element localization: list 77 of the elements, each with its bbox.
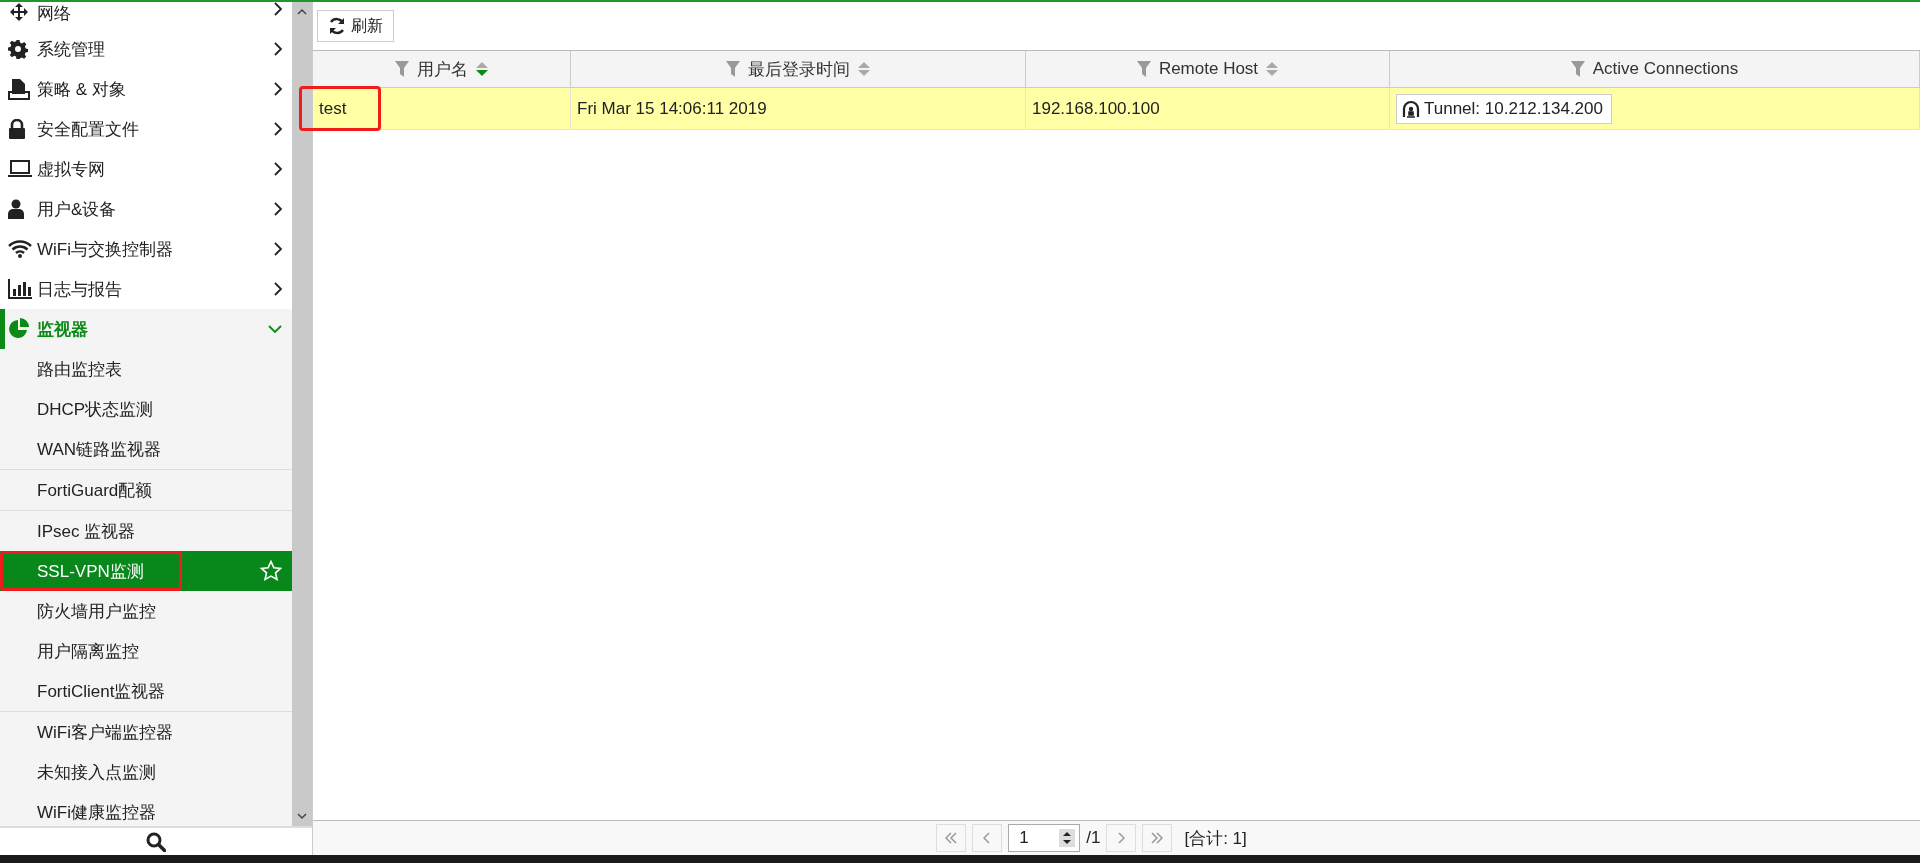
menu-item[interactable]: 日志与报告 <box>0 269 293 309</box>
chevron-right-icon <box>274 202 283 216</box>
refresh-button[interactable]: 刷新 <box>317 10 394 42</box>
filter-icon[interactable] <box>395 61 409 77</box>
move-arrows-icon <box>8 2 30 22</box>
spinner-icon[interactable] <box>1059 829 1076 847</box>
menu-item[interactable]: 网络 <box>0 2 293 29</box>
submenu-item[interactable]: SSL-VPN监测 <box>0 551 293 591</box>
submenu-item[interactable]: DHCP状态监测 <box>0 389 293 429</box>
menu-item[interactable]: 安全配置文件 <box>0 109 293 149</box>
chevron-right-icon <box>274 242 283 256</box>
wifi-icon <box>8 240 32 258</box>
first-page-button[interactable] <box>936 824 967 852</box>
page-number-field[interactable]: 1 <box>1008 824 1081 852</box>
chevron-right-icon <box>274 122 283 136</box>
star-icon[interactable] <box>260 560 283 582</box>
user-icon <box>8 199 24 219</box>
menu-item[interactable]: 用户&设备 <box>0 189 293 229</box>
chevron-right-icon <box>274 2 283 16</box>
connection-tag[interactable]: Tunnel: 10.212.134.200 <box>1396 93 1612 124</box>
column-header[interactable]: Remote Host <box>1026 51 1390 88</box>
filter-icon[interactable] <box>1136 61 1151 77</box>
pie-chart-icon <box>8 318 30 340</box>
scroll-up-icon[interactable] <box>297 8 308 16</box>
menu-item[interactable]: 策略 & 对象 <box>0 69 293 109</box>
submenu-item[interactable]: FortiGuard配额 <box>0 470 293 510</box>
submenu-item[interactable]: 未知接入点监测 <box>0 752 293 792</box>
double-chevron-right-icon <box>1150 832 1165 844</box>
chevron-right-icon <box>274 282 283 296</box>
search-icon[interactable] <box>146 831 166 852</box>
next-page-button[interactable] <box>1106 824 1137 852</box>
column-header[interactable]: Active Connections <box>1390 51 1920 88</box>
refresh-icon <box>328 17 346 35</box>
table-cell: Fri Mar 15 14:06:11 2019 <box>571 88 1026 130</box>
lock-icon <box>8 119 26 139</box>
laptop-icon <box>8 160 32 178</box>
column-header[interactable]: 用户名 <box>313 51 571 88</box>
page-count: /1 <box>1086 828 1101 848</box>
column-title: 用户名 <box>417 58 468 81</box>
sort-icon[interactable] <box>858 61 870 77</box>
submenu-item[interactable]: WiFi健康监控器 <box>0 792 293 826</box>
column-title: Active Connections <box>1592 59 1739 79</box>
chevron-right-icon <box>274 162 283 176</box>
chevron-down-icon <box>268 325 283 333</box>
submenu-item[interactable]: WAN链路监视器 <box>0 429 293 469</box>
submenu-item[interactable]: 用户隔离监控 <box>0 631 293 671</box>
document-icon <box>8 78 30 100</box>
filter-icon[interactable] <box>1570 61 1585 77</box>
tunnel-icon <box>1401 98 1421 119</box>
menu-item[interactable]: 系统管理 <box>0 29 293 69</box>
total-count: [合计: 1] <box>1184 827 1247 850</box>
last-page-button[interactable] <box>1142 824 1173 852</box>
column-title: Remote Host <box>1158 59 1259 79</box>
previous-page-button[interactable] <box>972 824 1003 852</box>
column-title: 最后登录时间 <box>748 58 850 81</box>
menu-item[interactable]: 虚拟专网 <box>0 149 293 189</box>
column-header[interactable]: 最后登录时间 <box>571 51 1026 88</box>
menu-item[interactable]: 监视器 <box>0 309 293 349</box>
chevron-right-icon <box>1117 832 1126 844</box>
submenu-item[interactable]: 路由监控表 <box>0 349 293 389</box>
sort-icon[interactable] <box>476 61 488 77</box>
submenu-item[interactable]: 防火墙用户监控 <box>0 591 293 631</box>
filter-icon[interactable] <box>726 61 740 77</box>
menu-item[interactable]: WiFi与交换控制器 <box>0 229 293 269</box>
chevron-left-icon <box>983 832 992 844</box>
submenu-item[interactable]: IPsec 监视器 <box>0 511 293 551</box>
chevron-right-icon <box>274 42 283 56</box>
bar-chart-icon <box>8 279 32 299</box>
double-chevron-left-icon <box>944 832 959 844</box>
gear-icon <box>8 39 28 59</box>
submenu-item[interactable]: WiFi客户端监控器 <box>0 712 293 752</box>
chevron-right-icon <box>274 82 283 96</box>
scrollbar[interactable] <box>292 2 312 826</box>
scroll-down-icon[interactable] <box>297 812 308 820</box>
sort-icon[interactable] <box>1266 61 1279 77</box>
submenu-item[interactable]: FortiClient监视器 <box>0 671 293 711</box>
table-cell: 192.168.100.100 <box>1026 88 1390 130</box>
